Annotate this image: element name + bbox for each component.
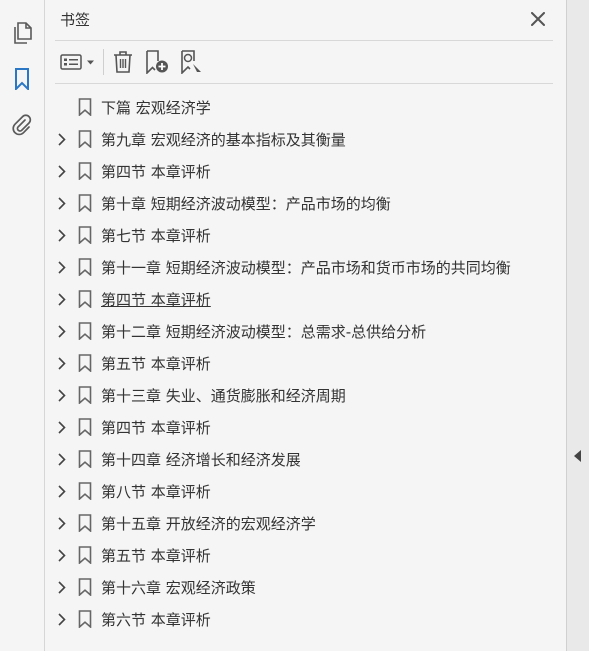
- toolbar-divider: [55, 83, 553, 84]
- panel-header: 书签: [45, 0, 565, 40]
- bookmark-label: 第十章 短期经济波动模型：产品市场的均衡: [101, 195, 391, 213]
- trash-icon: [114, 51, 132, 73]
- bookmark-icon: [78, 354, 92, 373]
- bookmark-tree: 下篇 宏观经济学 第九章 宏观经济的基本指标及其衡量 第四节 本章评析 第十章 短期经…: [45, 91, 565, 635]
- bookmark-row[interactable]: 第十六章 宏观经济政策: [45, 571, 565, 603]
- bookmark-label: 第六节 本章评析: [101, 611, 211, 629]
- toolbar-separator: [103, 49, 104, 75]
- bookmark-row[interactable]: 第八节 本章评析: [45, 475, 565, 507]
- bookmark-icon: [78, 482, 92, 501]
- chevron-right-icon[interactable]: [57, 420, 67, 434]
- chevron-right-icon[interactable]: [57, 388, 67, 402]
- bookmark-row[interactable]: 第四节 本章评析: [45, 155, 565, 187]
- bookmark-row[interactable]: 第九章 宏观经济的基本指标及其衡量: [45, 123, 565, 155]
- bookmark-label: 第十一章 短期经济波动模型：产品市场和货币市场的共同均衡: [101, 259, 511, 277]
- new-bookmark-icon: [146, 50, 168, 74]
- bookmark-label: 第十三章 失业、通货膨胀和经济周期: [101, 387, 346, 405]
- bookmark-label: 第九章 宏观经济的基本指标及其衡量: [101, 131, 346, 149]
- bookmark-label: 第七节 本章评析: [101, 227, 211, 245]
- bookmark-label: 第五节 本章评析: [101, 355, 211, 373]
- bookmark-label: 第十六章 宏观经济政策: [101, 579, 256, 597]
- bookmark-row[interactable]: 第十章 短期经济波动模型：产品市场的均衡: [45, 187, 565, 219]
- bookmark-icon: [78, 258, 92, 277]
- bookmark-label: 下篇 宏观经济学: [101, 99, 211, 117]
- bookmarks-toolbar: [45, 41, 565, 83]
- chevron-right-icon[interactable]: [57, 612, 67, 626]
- bookmark-row[interactable]: 第十二章 短期经济波动模型：总需求-总供给分析: [45, 315, 565, 347]
- chevron-right-icon[interactable]: [57, 196, 67, 210]
- chevron-right-icon[interactable]: [57, 132, 67, 146]
- chevron-right-icon[interactable]: [57, 356, 67, 370]
- bookmark-label: 第八节 本章评析: [101, 483, 211, 501]
- chevron-right-icon[interactable]: [57, 324, 67, 338]
- bookmark-row[interactable]: 第十三章 失业、通货膨胀和经济周期: [45, 379, 565, 411]
- bookmark-label: 第十二章 短期经济波动模型：总需求-总供给分析: [101, 323, 427, 341]
- bookmark-row[interactable]: 第四节 本章评析: [45, 411, 565, 443]
- options-list-icon: [60, 54, 94, 70]
- bookmark-icon: [78, 386, 92, 405]
- bookmark-label: 第五节 本章评析: [101, 547, 211, 565]
- chevron-right-icon[interactable]: [57, 292, 67, 306]
- bookmark-icon: [78, 98, 92, 117]
- triangle-left-icon: [574, 450, 581, 462]
- chevron-right-icon[interactable]: [57, 580, 67, 594]
- right-collapse-rail: [566, 0, 589, 651]
- bookmark-label: 第四节 本章评析: [101, 291, 211, 309]
- collapse-panel-button[interactable]: [572, 448, 584, 464]
- bookmark-icon: [78, 450, 92, 469]
- bookmark-icon: [78, 514, 92, 533]
- chevron-right-icon[interactable]: [57, 228, 67, 242]
- bookmark-row[interactable]: 第七节 本章评析: [45, 219, 565, 251]
- chevron-right-icon[interactable]: [57, 516, 67, 530]
- chevron-right-icon[interactable]: [57, 484, 67, 498]
- bookmark-row[interactable]: 第五节 本章评析: [45, 347, 565, 379]
- close-icon[interactable]: [528, 9, 548, 29]
- bookmark-icon: [78, 578, 92, 597]
- new-bookmark-button[interactable]: [144, 49, 170, 75]
- bookmark-row[interactable]: 下篇 宏观经济学: [45, 91, 565, 123]
- attachment-icon[interactable]: [9, 112, 35, 138]
- delete-bookmark-button[interactable]: [111, 49, 135, 75]
- find-bookmark-button[interactable]: [179, 49, 205, 75]
- bookmark-icon: [78, 418, 92, 437]
- bookmark-search-icon: [181, 50, 201, 74]
- bookmark-row[interactable]: 第五节 本章评析: [45, 539, 565, 571]
- bookmark-icon: [78, 194, 92, 213]
- bookmark-icon: [78, 546, 92, 565]
- bookmark-row[interactable]: 第十四章 经济增长和经济发展: [45, 443, 565, 475]
- chevron-right-icon[interactable]: [57, 548, 67, 562]
- bookmark-icon: [78, 226, 92, 245]
- bookmark-label: 第十五章 开放经济的宏观经济学: [101, 515, 316, 533]
- bookmark-row[interactable]: 第十五章 开放经济的宏观经济学: [45, 507, 565, 539]
- bookmark-row[interactable]: 第四节 本章评析: [45, 283, 565, 315]
- pages-icon[interactable]: [9, 20, 35, 46]
- bookmark-icon: [78, 130, 92, 149]
- bookmark-icon[interactable]: [9, 66, 35, 92]
- bookmarks-panel: 书签 下篇 宏观经济学 第九章 宏观经济的基本指标及其衡量 第四节 本章评析 第…: [45, 0, 565, 651]
- panel-title: 书签: [60, 11, 91, 29]
- bookmark-label: 第四节 本章评析: [101, 419, 211, 437]
- chevron-right-icon[interactable]: [57, 260, 67, 274]
- bookmark-icon: [78, 610, 92, 629]
- chevron-right-icon[interactable]: [57, 164, 67, 178]
- bookmark-icon: [78, 322, 92, 341]
- bookmark-row[interactable]: 第六节 本章评析: [45, 603, 565, 635]
- bookmark-icon: [78, 290, 92, 309]
- left-tool-rail: [0, 0, 45, 651]
- options-menu-button[interactable]: [59, 49, 97, 75]
- bookmark-label: 第四节 本章评析: [101, 163, 211, 181]
- bookmark-icon: [78, 162, 92, 181]
- bookmark-row[interactable]: 第十一章 短期经济波动模型：产品市场和货币市场的共同均衡: [45, 251, 565, 283]
- chevron-right-icon[interactable]: [57, 452, 67, 466]
- bookmark-label: 第十四章 经济增长和经济发展: [101, 451, 301, 469]
